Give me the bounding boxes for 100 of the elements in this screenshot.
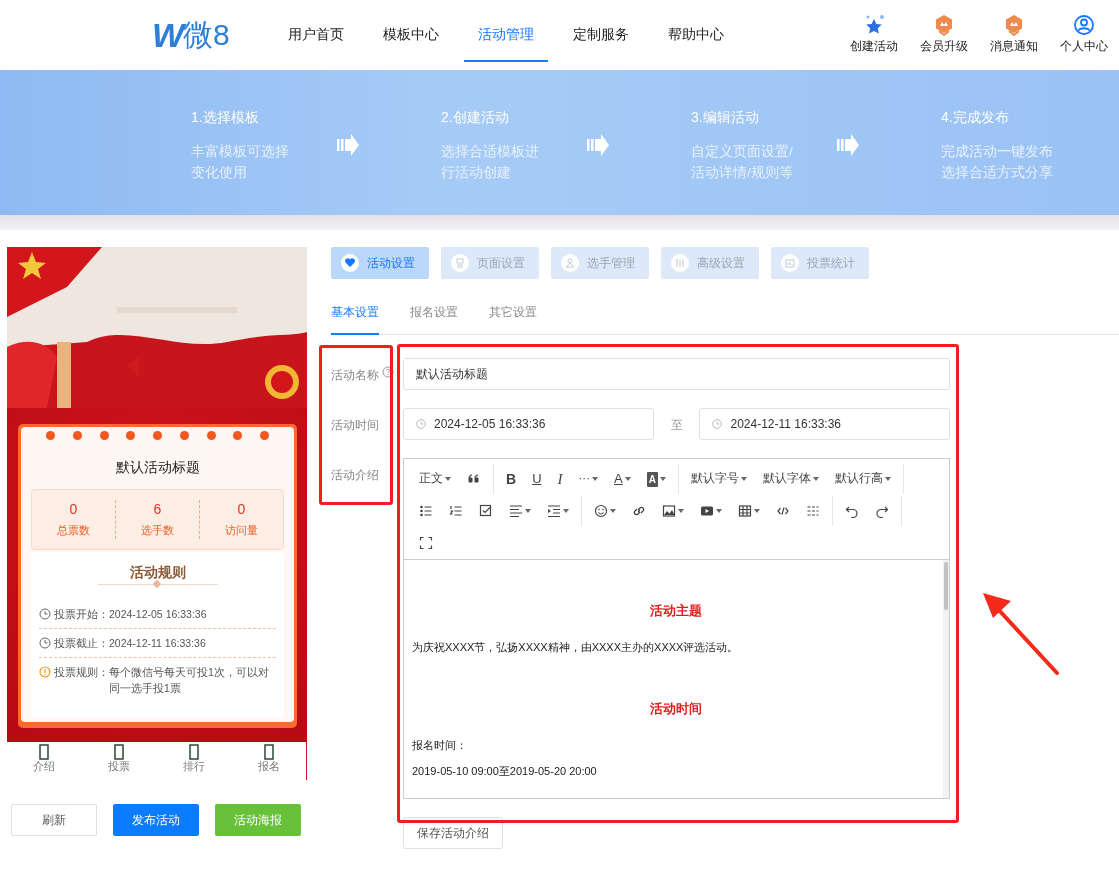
caret-icon	[563, 509, 569, 513]
step-arrow-icon	[587, 134, 609, 156]
binder-ring-icon	[99, 431, 109, 440]
fullscreen-icon	[419, 536, 433, 550]
missing-glyph-icon	[188, 744, 199, 760]
scrollbar[interactable]	[943, 560, 949, 798]
caret-icon	[592, 477, 598, 481]
clock-icon	[39, 608, 51, 620]
binder-ring-icon	[126, 431, 136, 440]
content-paragraph: 报名时间：	[412, 738, 468, 753]
sub-tab[interactable]: 报名设置	[410, 303, 458, 335]
stat-value: 6	[152, 500, 163, 519]
font-color-button[interactable]: A	[606, 466, 639, 492]
medal-icon	[933, 14, 955, 37]
step-title: 3.编辑活动	[691, 108, 760, 127]
name-input-field[interactable]: 默认活动标题	[403, 358, 950, 390]
missing-glyph-icon	[263, 744, 274, 760]
clock-icon	[416, 419, 426, 429]
hr-icon	[806, 504, 820, 518]
step-title: 2.创建活动	[441, 108, 510, 127]
clock-icon	[712, 419, 723, 429]
tools-icon	[674, 257, 686, 269]
caret-icon	[624, 477, 631, 481]
chart-icon	[784, 257, 796, 269]
binder-ring-icon	[72, 431, 82, 440]
video-icon	[700, 504, 714, 518]
bold-button[interactable]: B	[498, 466, 525, 492]
missing-glyph-icon	[114, 744, 125, 760]
ul-icon	[419, 504, 433, 518]
stat-value: 0	[236, 500, 247, 519]
page-icon	[454, 257, 466, 269]
content-heading: 活动时间	[648, 700, 703, 718]
step-description: 自定义页面设置/ 活动详情/规则等	[691, 143, 794, 182]
heart-icon	[344, 257, 356, 269]
header-action[interactable]: 创建活动	[839, 14, 909, 56]
field-label: 活动名称	[331, 367, 379, 384]
caret-icon	[445, 477, 451, 481]
format-dropdown[interactable]: 默认行高	[826, 466, 899, 492]
activity-title: 默认活动标题	[114, 458, 201, 477]
italic-button[interactable]: I	[549, 466, 571, 492]
range-separator: 至	[669, 417, 684, 434]
caret-icon	[716, 509, 722, 513]
save-button[interactable]: 保存活动介绍	[403, 817, 503, 849]
caret-icon	[884, 477, 891, 481]
logo-text: 微8	[183, 20, 230, 50]
content-heading: 活动主题	[648, 602, 703, 620]
stat-label: 选手数	[140, 523, 175, 539]
help-icon	[382, 366, 394, 378]
stat-value: 0	[68, 500, 79, 519]
format-dropdown[interactable]: 默认字体	[754, 466, 827, 492]
rule-label: 投票开始：	[54, 607, 109, 622]
image-icon	[662, 504, 676, 518]
quote-icon	[467, 472, 481, 486]
nav-link[interactable]: 帮助中心	[654, 8, 738, 62]
header-action[interactable]: 个人中心	[1049, 14, 1119, 56]
format-dropdown[interactable]: 正文	[411, 466, 459, 492]
binder-ring-icon	[153, 431, 162, 440]
highlight-button[interactable]: A	[638, 466, 674, 492]
align-icon	[509, 504, 523, 518]
action-button[interactable]: 发布活动	[113, 804, 199, 836]
medal-icon	[1003, 14, 1025, 37]
step-title: 1.选择模板	[191, 108, 260, 127]
step-description: 丰富模板可选择 变化使用	[191, 143, 290, 182]
indent-icon	[547, 504, 561, 518]
sub-tab[interactable]: 基本设置	[331, 303, 379, 335]
nav-link[interactable]: 定制服务	[559, 8, 643, 62]
binder-ring-icon	[206, 431, 216, 440]
header-action[interactable]: 会员升级	[909, 14, 979, 56]
bottom-nav-item[interactable]: 投票	[81, 742, 157, 780]
bottom-nav-item[interactable]: 报名	[231, 742, 306, 780]
header-action[interactable]: 消息通知	[979, 14, 1049, 56]
todo-icon	[479, 504, 493, 518]
code-icon	[776, 504, 790, 518]
rule-value: 2024-12-05 16:33:36	[109, 607, 207, 622]
date-input-field[interactable]: 2024-12-11 16:33:36	[699, 408, 950, 440]
nav-link[interactable]: 用户首页	[274, 8, 358, 62]
nav-link[interactable]: 模板中心	[369, 8, 453, 62]
caret-icon	[754, 509, 760, 513]
action-button[interactable]: 刷新	[11, 804, 97, 836]
nav-link[interactable]: 活动管理	[464, 8, 548, 62]
content-paragraph: 为庆祝XXXX节，弘扬XXXX精神，由XXXX主办的XXXX评选活动。	[412, 640, 740, 655]
bottom-nav-item[interactable]: 排行	[156, 742, 232, 780]
rule-label: 投票规则：	[54, 665, 109, 680]
stat-label: 访问量	[224, 523, 259, 539]
sub-tab[interactable]: 其它设置	[489, 303, 537, 335]
date-input-field[interactable]: 2024-12-05 16:33:36	[403, 408, 654, 440]
redo-icon	[875, 504, 889, 518]
binder-ring-icon	[260, 431, 269, 440]
link-icon	[632, 504, 646, 518]
undo-icon	[845, 504, 859, 518]
binder-ring-icon	[46, 431, 55, 440]
bottom-nav-item[interactable]: 介绍	[7, 742, 82, 780]
table-icon	[738, 504, 752, 518]
underline-button[interactable]: U	[524, 466, 550, 492]
caret-icon	[525, 509, 531, 513]
format-dropdown[interactable]: 默认字号	[682, 466, 755, 492]
step-description: 完成活动一键发布 选择合适方式分享	[941, 143, 1054, 182]
more-button[interactable]: ···	[570, 466, 606, 492]
step-arrow-icon	[837, 134, 859, 156]
ol-icon	[449, 504, 463, 518]
